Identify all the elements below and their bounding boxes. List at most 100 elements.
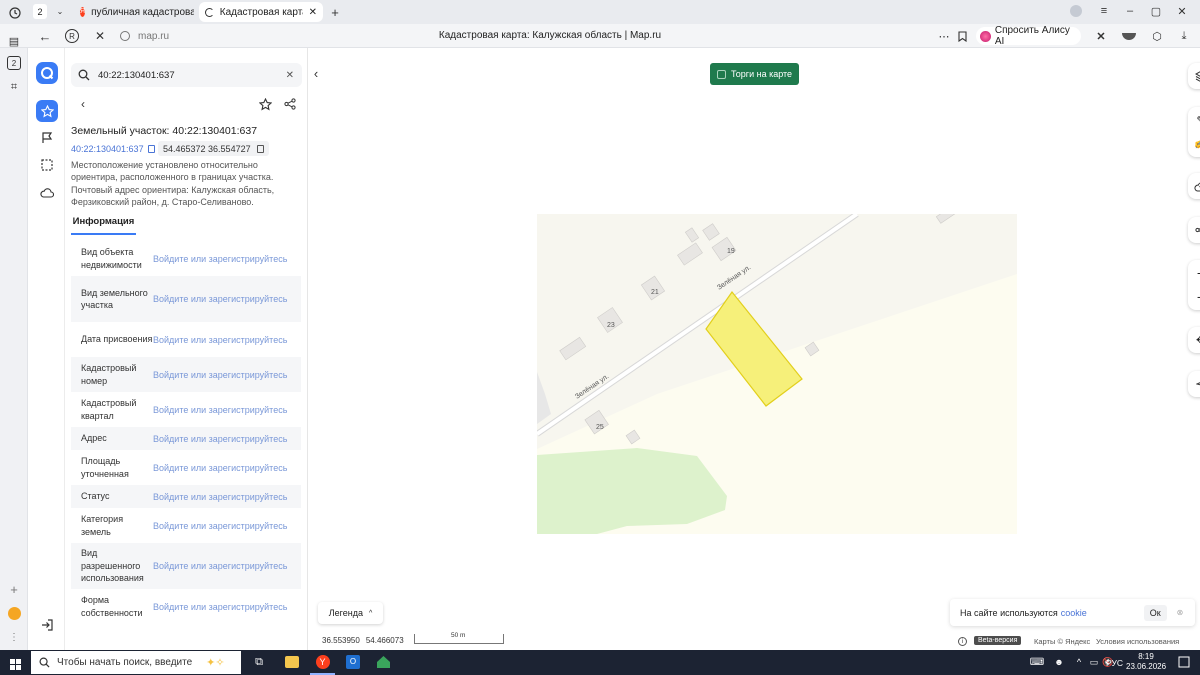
maximize-icon[interactable]: ▢ (1150, 5, 1162, 18)
edit-icon[interactable]: ✍ (1194, 137, 1200, 150)
screenshot-icon[interactable]: ⌗ (7, 80, 21, 94)
login-link[interactable]: Войдите или зарегистрируйтесь (153, 434, 287, 444)
ruler-pencil-icon[interactable]: ✎ (1196, 114, 1200, 127)
file-explorer-icon[interactable] (285, 656, 299, 668)
chevron-up-icon[interactable]: ^ (1073, 656, 1085, 668)
info-icon[interactable]: i (958, 637, 967, 646)
taskbar-search[interactable]: Чтобы начать поиск, введите ✦✧ (31, 651, 241, 674)
tab-groups-icon[interactable]: 2 (7, 56, 21, 70)
login-link[interactable]: Войдите или зарегистрируйтесь (153, 335, 287, 345)
select-area-nav-button[interactable] (36, 154, 58, 176)
site-info-icon[interactable] (120, 31, 130, 41)
copy-icon[interactable] (256, 144, 264, 153)
download-arrow-icon[interactable]: ⤓ (1177, 29, 1191, 43)
login-link[interactable]: Войдите или зарегистрируйтесь (153, 602, 287, 612)
cloud-service-icon[interactable] (8, 607, 21, 620)
info-row: Кадастровый квартал Войдите или зарегистр… (71, 392, 301, 427)
collections-icon[interactable]: ▤ (7, 34, 21, 48)
cadnum-link[interactable]: 40:22:130401:637 (71, 144, 144, 154)
collapse-panel-icon[interactable]: ‹ (310, 66, 322, 81)
clock[interactable]: 8:19 23.06.2026 (1126, 652, 1166, 672)
auctions-toggle-button[interactable]: Торги на карте (710, 63, 799, 85)
geolocation-button[interactable] (1188, 371, 1200, 397)
search-input[interactable]: 40:22:130401:637 (98, 70, 286, 81)
info-row-key: Вид земельного участка (81, 287, 148, 311)
minimize-icon[interactable]: – (1124, 5, 1136, 17)
language-indicator[interactable]: РУС (1106, 658, 1123, 668)
task-view-icon[interactable]: ⧉ (252, 655, 266, 669)
terms-link[interactable]: Условия использования (1096, 637, 1179, 646)
yandex-browser-taskbar-icon[interactable]: Y (310, 650, 335, 675)
people-icon[interactable]: ☻ (1053, 656, 1065, 668)
tab-count-badge[interactable]: 2 (33, 4, 47, 19)
login-link[interactable]: Войдите или зарегистрируйтесь (153, 521, 287, 531)
login-link[interactable]: Войдите или зарегистрируйтесь (153, 463, 287, 473)
tab-information[interactable]: Информация (71, 209, 136, 235)
upload-button[interactable] (1188, 173, 1200, 199)
search-box[interactable]: 40:22:130401:637 ✕ (71, 63, 302, 87)
extension-icon[interactable]: ✕ (1094, 29, 1108, 43)
url-text: map.ru (138, 30, 170, 42)
keyboard-icon[interactable]: ⌨ (1030, 656, 1044, 668)
house-number: 25 (596, 424, 604, 431)
layers-button[interactable] (1188, 63, 1200, 89)
ask-alice-button[interactable]: Спросить Алису AI (976, 25, 1081, 47)
back-arrow-icon[interactable]: ‹ (77, 97, 89, 111)
login-link[interactable]: Войдите или зарегистрируйтесь (153, 254, 287, 264)
favorites-nav-button[interactable] (36, 100, 58, 122)
tab-cadastral-map[interactable]: Кадастровая карта: Ка ✕ (199, 2, 323, 22)
network-icon[interactable]: ▭ (1088, 656, 1100, 668)
more-dots-icon[interactable]: ⋮ (7, 632, 21, 643)
puzzle-icon[interactable]: ⬡ (1150, 29, 1164, 43)
coords-copy[interactable]: 54.465372 36.554727 (158, 141, 269, 156)
cookie-link[interactable]: cookie (1061, 608, 1087, 618)
cookie-ok-button[interactable]: Ок (1143, 604, 1167, 621)
map-canvas[interactable]: ‹ Торги на карте Зелёная ул. Зелёная ул. (308, 48, 1200, 650)
clear-search-icon[interactable]: ✕ (286, 70, 294, 81)
login-link[interactable]: Войдите или зарегистрируйтесь (153, 492, 287, 502)
chevron-down-icon[interactable]: ⌄ (54, 5, 66, 17)
home-app-icon[interactable] (376, 655, 391, 669)
info-row-key: Вид разрешенного использования (81, 548, 144, 584)
login-link[interactable]: Войдите или зарегистрируйтесь (153, 561, 287, 571)
cloud-nav-button[interactable] (36, 182, 58, 204)
pan-button[interactable]: ✥ (1188, 327, 1200, 353)
login-link[interactable]: Войдите или зарегистрируйтесь (153, 370, 287, 380)
info-row-key: Форма собственности (81, 595, 143, 618)
reader-mode-icon[interactable]: R (65, 29, 79, 43)
login-link[interactable]: Войдите или зарегистрируйтесь (153, 294, 287, 304)
copy-icon[interactable] (147, 145, 155, 153)
favorite-star-icon[interactable] (258, 97, 272, 111)
back-icon[interactable]: ← (38, 29, 52, 44)
legend-button[interactable]: Легенда ^ (318, 602, 383, 624)
close-window-icon[interactable]: ✕ (1176, 5, 1188, 18)
info-row: Вид разрешенного использования Войдите ил… (71, 543, 301, 589)
history-icon[interactable] (8, 6, 22, 20)
bookmark-icon[interactable] (956, 29, 968, 43)
yandex-favicon-icon: Я (80, 7, 86, 17)
login-nav-button[interactable] (36, 614, 58, 636)
more-icon[interactable]: ⋯ (937, 29, 951, 43)
share-map-button[interactable] (1188, 217, 1200, 243)
login-link[interactable]: Войдите или зарегистрируйтесь (153, 405, 287, 415)
share-icon[interactable] (283, 97, 297, 111)
close-cookie-icon[interactable]: ⊗ (1177, 608, 1184, 617)
auctions-label: Торги на карте (731, 69, 793, 79)
map-attribution[interactable]: Карты © Яндекс (1034, 637, 1090, 646)
close-tab-icon[interactable]: ✕ (309, 7, 317, 18)
outlook-icon[interactable]: O (346, 655, 360, 669)
flag-nav-button[interactable] (36, 127, 58, 149)
menu-icon[interactable]: ≡ (1098, 5, 1110, 17)
stop-loading-icon[interactable]: ✕ (93, 29, 107, 43)
notifications-icon[interactable] (1178, 655, 1192, 669)
cadnum-copy[interactable]: 40:22:130401:637 (71, 144, 155, 154)
add-panel-icon[interactable]: + (7, 582, 21, 597)
checkbox-icon[interactable] (717, 69, 726, 79)
app-logo[interactable] (36, 62, 58, 84)
profile-avatar[interactable] (1070, 5, 1082, 17)
downloads-icon[interactable] (1122, 33, 1136, 40)
windows-start-icon[interactable] (10, 657, 21, 670)
new-tab-icon[interactable]: + (328, 5, 342, 20)
tab-cadastral-search[interactable]: Я публичная кадастровая к (74, 2, 194, 22)
sparkle-icon: ✦✧ (206, 657, 225, 669)
